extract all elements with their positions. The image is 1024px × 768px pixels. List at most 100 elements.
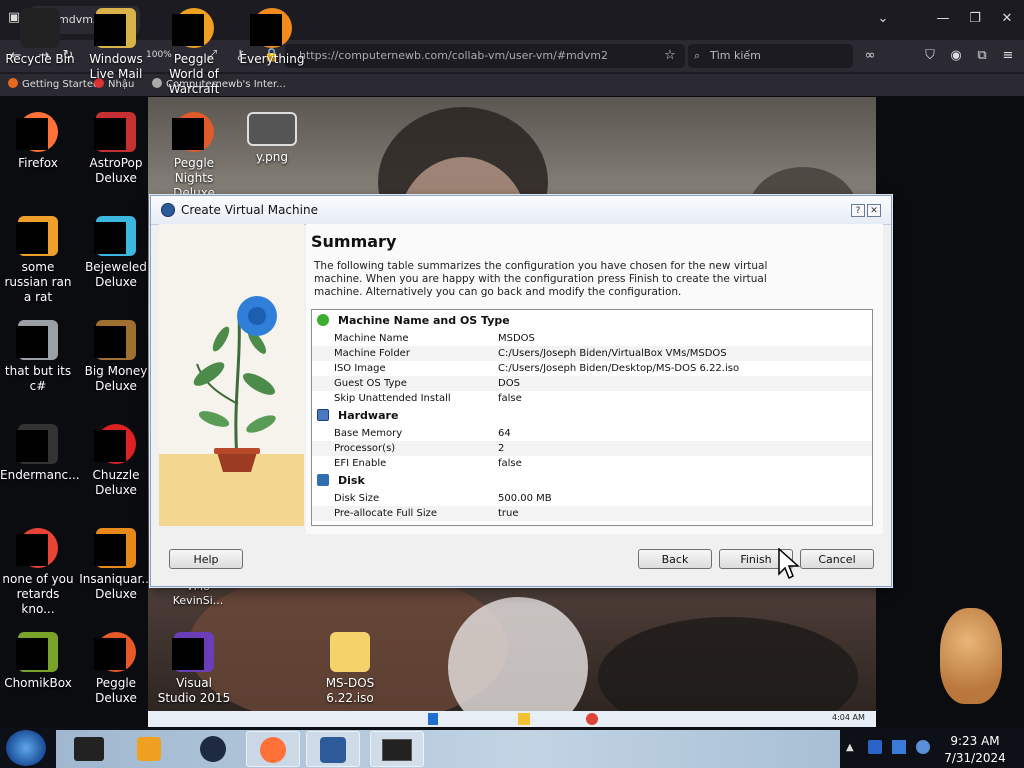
account-icon[interactable]: ◉	[946, 46, 966, 66]
windows-stack-icon	[16, 320, 58, 360]
iso-file-icon	[330, 632, 370, 672]
image-file-icon	[247, 112, 297, 146]
group-hardware[interactable]: Hardware	[312, 407, 872, 424]
summary-description: The following table summarizes the confi…	[314, 260, 768, 298]
astropop-icon	[94, 112, 136, 152]
table-row[interactable]: EFI Enable false	[312, 456, 872, 471]
visual-studio-icon	[172, 632, 214, 672]
page-title: Summary	[311, 232, 397, 251]
group-disk[interactable]: Disk	[312, 472, 872, 489]
help-icon[interactable]: ?	[851, 204, 865, 217]
dialog-titlebar[interactable]: Create Virtual Machine ? ✕	[151, 196, 891, 225]
program-icon	[16, 216, 58, 256]
bejeweled-icon	[94, 216, 136, 256]
close-icon[interactable]: ✕	[867, 204, 881, 217]
mail-icon	[94, 8, 136, 48]
table-row[interactable]: ISO Image C:/Users/Joseph Biden/Desktop/M…	[312, 361, 872, 376]
desktop-icon-chomikbox[interactable]: ChomikBox	[0, 632, 76, 691]
window-icon	[382, 739, 412, 761]
disk-icon	[317, 474, 329, 486]
puzzle-icon	[317, 314, 329, 326]
desktop-icon-firefox[interactable]: Firefox	[0, 112, 76, 171]
vm-chrome-icon[interactable]	[586, 713, 598, 725]
peggle-icon	[172, 8, 214, 48]
firefox-icon	[8, 78, 18, 88]
desktop-icon-recycle-bin[interactable]: Recycle Bin	[2, 8, 78, 67]
summary-table[interactable]: Machine Name and OS Type Machine Name MSD…	[311, 309, 873, 526]
desktop-icon-peggle-nights[interactable]: Peggle Nights Deluxe	[156, 112, 232, 201]
private-mask-icon[interactable]: ∞	[860, 46, 880, 66]
taskbar-item-firefox[interactable]	[246, 731, 300, 767]
table-row[interactable]: Machine Folder C:/Users/Joseph Biden/Virt…	[312, 346, 872, 361]
desktop-icon-some-russian[interactable]: some russian ran a rat	[0, 216, 76, 305]
vm-clock: 4:04 AM	[832, 713, 865, 722]
virtualbox-icon	[320, 737, 346, 763]
taskbar-item-window[interactable]	[370, 731, 424, 767]
table-row[interactable]: Base Memory 64	[312, 426, 872, 441]
menu-icon[interactable]: ≡	[998, 46, 1018, 66]
back-button[interactable]: Back	[638, 549, 712, 569]
desktop-icon-none-of-you[interactable]: none of you retards kno...	[0, 528, 76, 617]
virtualbox-icon	[161, 203, 175, 217]
tray-app-icon[interactable]	[868, 740, 882, 754]
desktop-icon-windows-live-mail[interactable]: Windows Live Mail	[78, 8, 154, 82]
desktop-icon-y-png[interactable]: y.png	[234, 112, 310, 165]
mouse-cursor-icon	[778, 548, 800, 580]
cancel-button[interactable]: Cancel	[800, 549, 874, 569]
network-icon[interactable]	[892, 740, 906, 754]
table-row[interactable]: Machine Name MSDOS	[312, 331, 872, 346]
clock-date: 7/31/2024	[944, 751, 1006, 765]
desktop-icon-peggle-wow[interactable]: Peggle World of Warcraft	[156, 8, 232, 97]
taskbar-item-app[interactable]	[186, 731, 240, 767]
table-row[interactable]: Disk Size 500.00 MB	[312, 491, 872, 506]
chomikbox-icon	[16, 632, 58, 672]
desktop-icon-peggle-deluxe[interactable]: Peggle Deluxe	[78, 632, 154, 706]
taskbar-clock[interactable]: 9:23 AM 7/31/2024	[942, 733, 1008, 767]
tab-overflow-chevron-icon[interactable]: ⌄	[868, 8, 898, 30]
desktop-icon-ms-dos-iso[interactable]: MS-DOS 6.22.iso	[312, 632, 388, 706]
desktop-icon-big-money[interactable]: Big Money Deluxe	[78, 320, 154, 394]
firefox-icon	[260, 737, 286, 763]
search-app-icon	[250, 8, 292, 48]
desktop-icon-endermanc[interactable]: Endermanc...	[0, 424, 80, 483]
recycle-bin-icon	[20, 8, 60, 48]
taskbar-item-terminal[interactable]	[62, 731, 116, 767]
firefox-icon	[16, 112, 58, 152]
help-button[interactable]: Help	[169, 549, 243, 569]
tray-expand-icon[interactable]: ▲	[846, 742, 854, 753]
dialog-title: Create Virtual Machine	[181, 203, 318, 217]
wizard-illustration	[159, 224, 304, 526]
desktop-icon-everything[interactable]: Everything	[234, 8, 310, 67]
hamster-sticker	[940, 608, 1002, 704]
pocket-icon[interactable]: ⛉	[920, 46, 940, 66]
minimize-icon[interactable]: —	[928, 8, 958, 30]
vm-start-icon[interactable]	[428, 713, 438, 725]
maximize-icon[interactable]: ❐	[960, 8, 990, 30]
desktop-icon-bejeweled[interactable]: Bejeweled Deluxe	[78, 216, 154, 290]
table-row[interactable]: Pre-allocate Full Size true	[312, 506, 872, 521]
vm-folder-icon[interactable]	[518, 713, 530, 725]
search-input[interactable]: ⌕ Tìm kiếm	[688, 44, 853, 68]
table-row[interactable]: Processor(s) 2	[312, 441, 872, 456]
volume-icon[interactable]	[916, 740, 930, 754]
group-machine-name-os-type[interactable]: Machine Name and OS Type	[312, 312, 872, 329]
taskbar-item-media-player[interactable]	[122, 731, 176, 767]
table-row[interactable]: Skip Unattended Install false	[312, 391, 872, 406]
desktop-icon-that-but-its-c[interactable]: that but its c#	[0, 320, 76, 394]
desktop-icon-visual-studio[interactable]: Visual Studio 2015	[156, 632, 232, 706]
fish-icon	[94, 528, 136, 568]
terminal-icon	[74, 737, 104, 761]
url-bar[interactable]: https://computernewb.com/collab-vm/user-…	[285, 44, 685, 68]
start-button-icon[interactable]	[6, 730, 46, 766]
desktop-icon-chuzzle[interactable]: Chuzzle Deluxe	[78, 424, 154, 498]
desktop-icon-astropop[interactable]: AstroPop Deluxe	[78, 112, 154, 186]
desktop-icon-insaniquarium[interactable]: Insaniquar... Deluxe	[78, 528, 154, 602]
search-placeholder: Tìm kiếm	[710, 49, 761, 62]
close-icon[interactable]: ✕	[992, 8, 1022, 30]
extensions-icon[interactable]: ⧉	[972, 46, 992, 66]
vm-taskbar: 4:04 AM	[148, 711, 876, 727]
bookmark-star-icon[interactable]: ☆	[660, 46, 680, 66]
table-row[interactable]: Guest OS Type DOS	[312, 376, 872, 391]
terminal-icon	[16, 424, 58, 464]
taskbar-item-virtualbox[interactable]	[306, 731, 360, 767]
